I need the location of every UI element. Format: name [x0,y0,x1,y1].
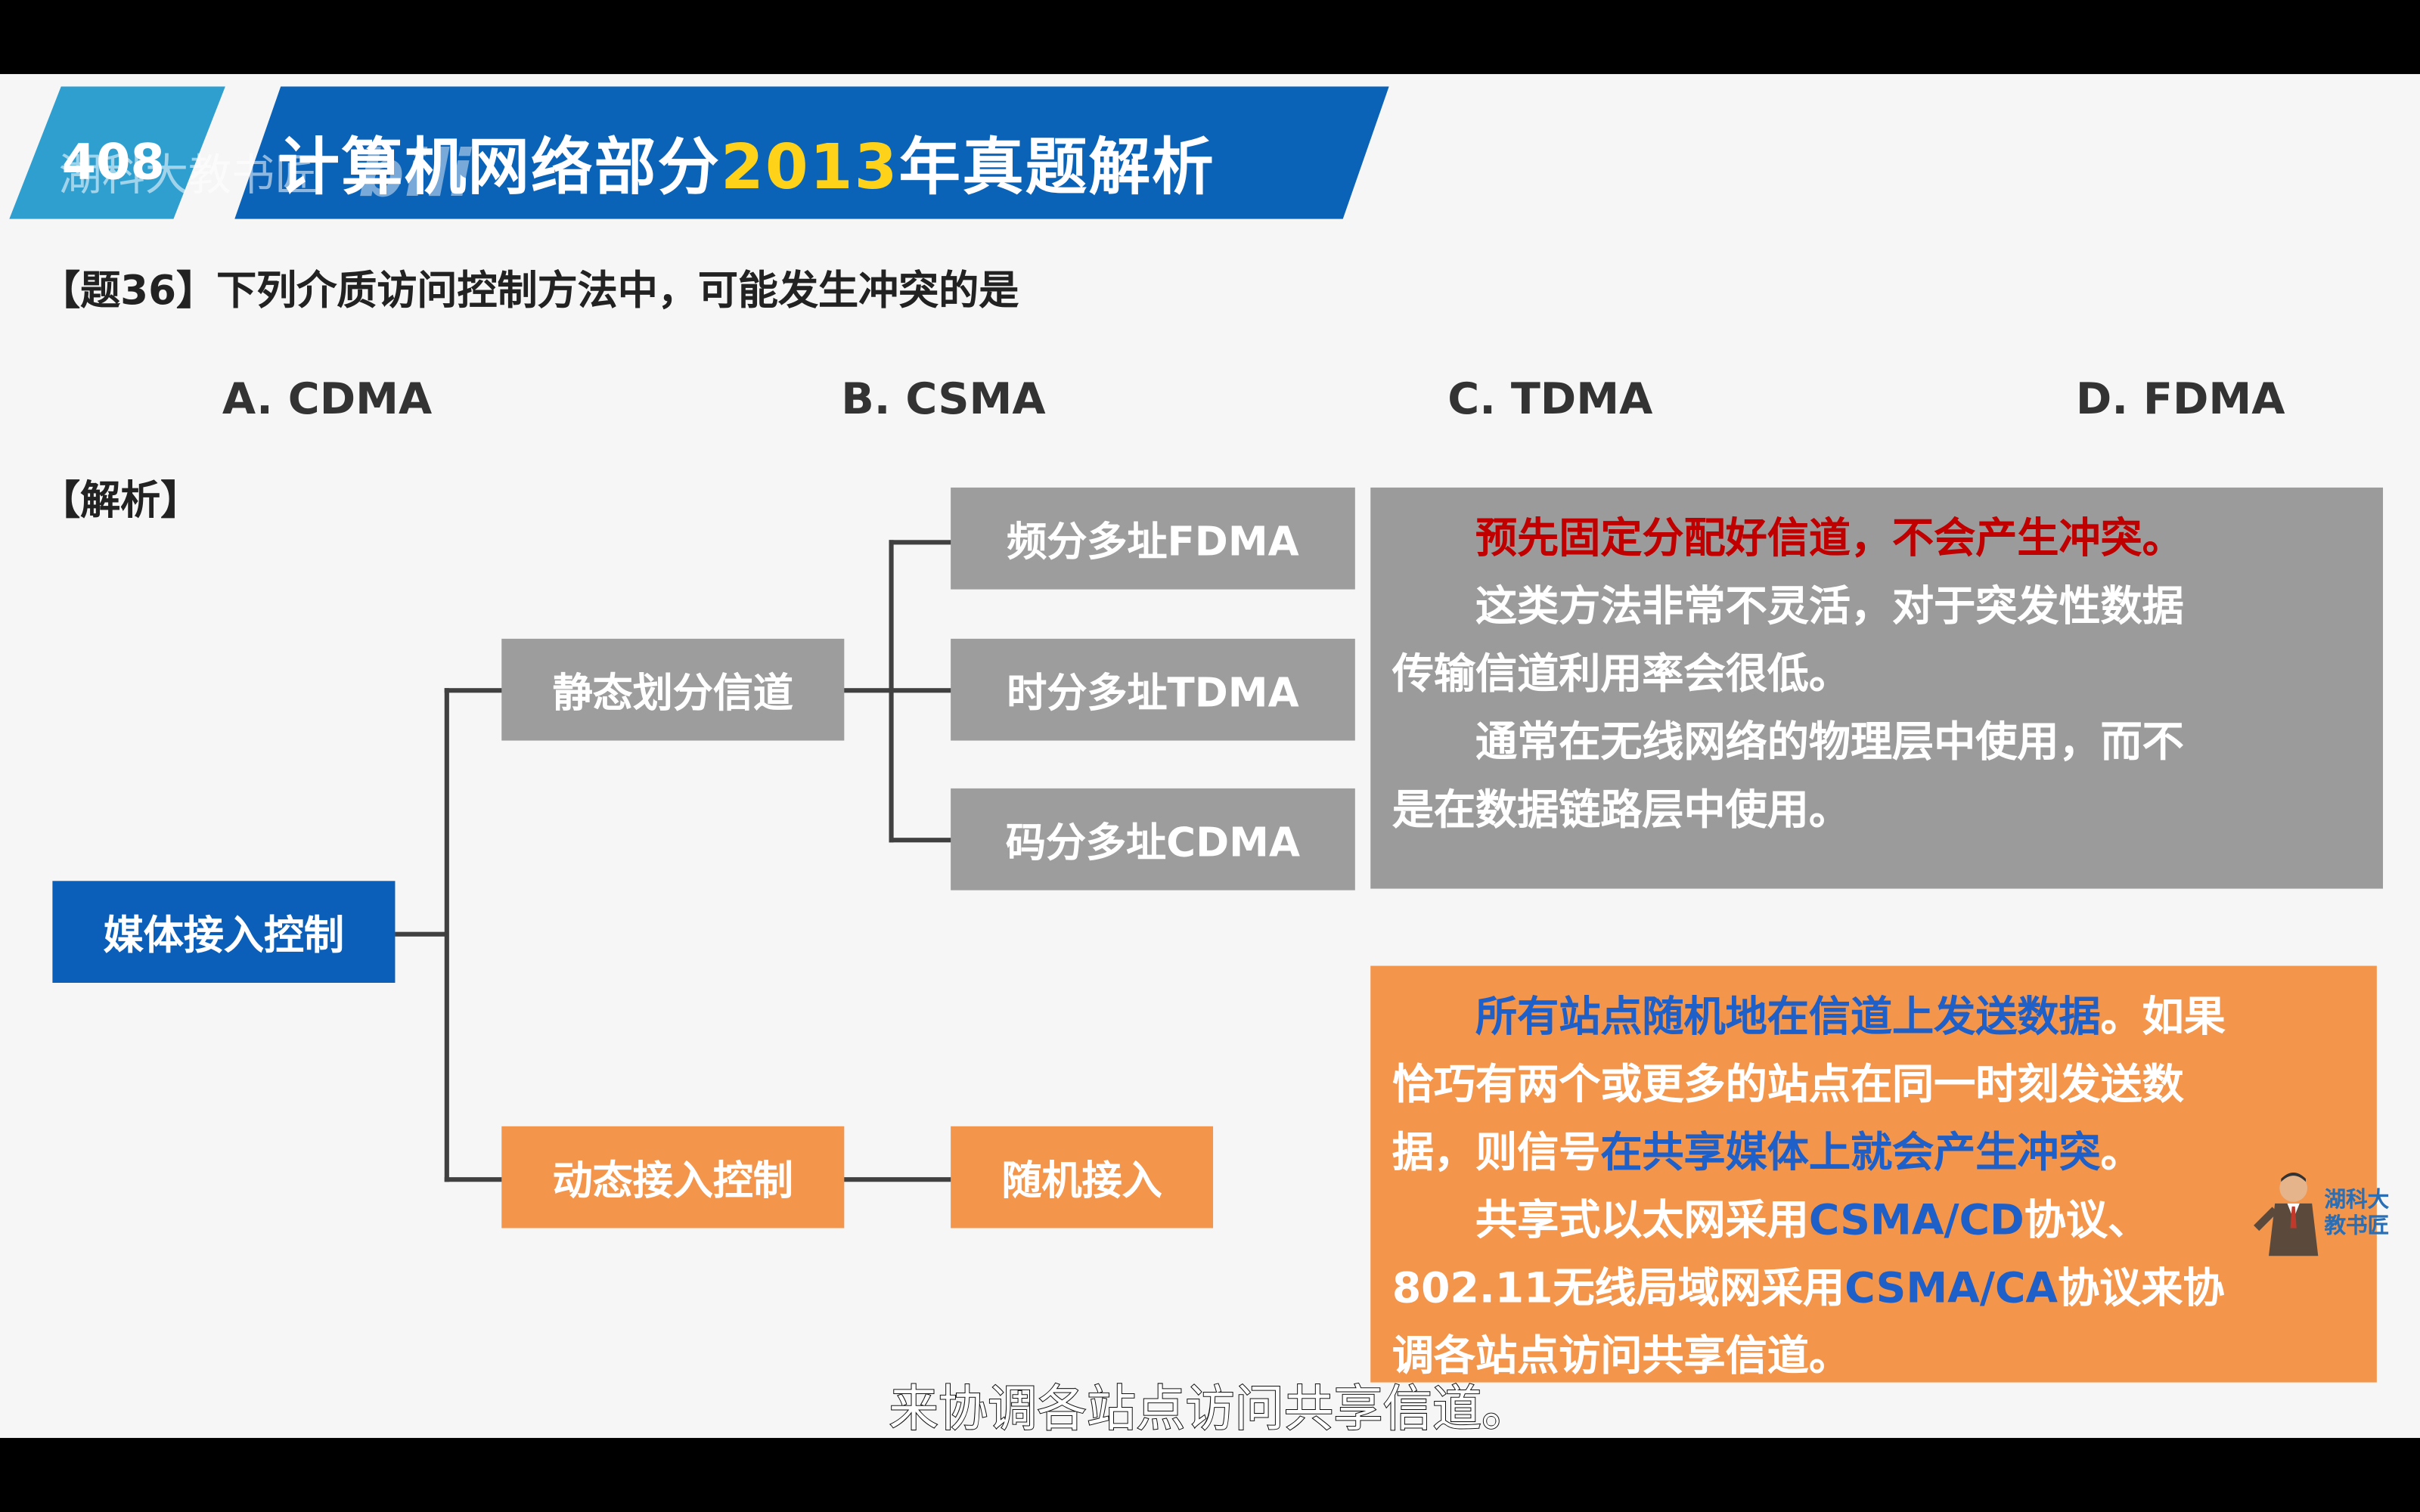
connector-static [444,688,504,693]
static-text-line: 这类方法非常不灵活，对于突发性数据 [1475,583,2184,631]
connector-cdma [889,838,954,843]
presenter-avatar [2254,1173,2319,1256]
static-explanation-panel: 预先固定分配好信道，不会产生冲突。 这类方法非常不灵活，对于突发性数据 传输信道… [1370,487,2384,889]
option-d: D. FDMA [2075,373,2285,425]
option-c: C. TDMA [1447,373,1653,425]
dynamic-key-point: 所有站点随机地在信道上发送数据 [1475,993,2101,1042]
static-text-line: 通常在无线网络的物理层中使用，而不 [1475,719,2184,767]
dynamic-explanation-panel: 所有站点随机地在信道上发送数据。如果 恰巧有两个或更多的站点在同一时刻发送数 据… [1370,965,2377,1383]
video-subtitle: 来协调各站点访问共享信道。 [888,1378,1531,1439]
csma-cd-highlight: CSMA/CD [1808,1197,2024,1245]
slide: 408 计算机网络部分2013年真题解析 湖科大教书匠 bili 【题36】下列… [0,73,2420,1439]
presenter-label: 湖科大教书匠 [2324,1188,2390,1239]
connector-trunk [444,688,449,1182]
title-year: 2013 [721,132,899,204]
node-tdma: 时分多址TDMA [951,638,1355,741]
connector-root [395,931,448,937]
channel-watermark: 湖科大教书匠 [58,149,318,201]
node-fdma: 频分多址FDMA [951,487,1355,590]
connector-random [842,1177,954,1182]
analysis-label: 【解析】 [40,478,201,525]
node-random-access: 随机接入 [951,1126,1214,1228]
node-dynamic-access: 动态接入控制 [501,1126,845,1228]
bilibili-logo-watermark: bili [358,135,471,212]
question-text: 【题36】下列介质访问控制方法中，可能发生冲突的是 [40,268,1019,315]
connector-dynamic [444,1177,504,1182]
connector-tdma [889,688,954,693]
dynamic-text-line: 恰巧有两个或更多的站点在同一时刻发送数 [1392,1061,2184,1110]
title-prefix: 计算机网络部分 [278,132,721,204]
static-text-line: 传输信道利用率会很低。 [1392,651,1851,699]
node-static-channel: 静态划分信道 [501,638,845,741]
option-a: A. CDMA [222,373,433,425]
connector-static-out [842,688,892,693]
video-frame: 408 计算机网络部分2013年真题解析 湖科大教书匠 bili 【题36】下列… [0,0,2420,1512]
node-cdma: 码分多址CDMA [951,788,1355,891]
connector-fdma [889,540,954,545]
title-suffix: 年真题解析 [898,132,1215,204]
static-key-point: 预先固定分配好信道，不会产生冲突。 [1475,515,2184,563]
static-text-line: 是在数据链路层中使用。 [1392,786,1851,835]
collision-highlight: 在共享媒体上就会产生冲突 [1600,1129,2101,1178]
node-media-access-control: 媒体接入控制 [52,881,396,983]
csma-ca-highlight: CSMA/CA [1844,1265,2059,1313]
option-b: B. CSMA [841,373,1046,425]
